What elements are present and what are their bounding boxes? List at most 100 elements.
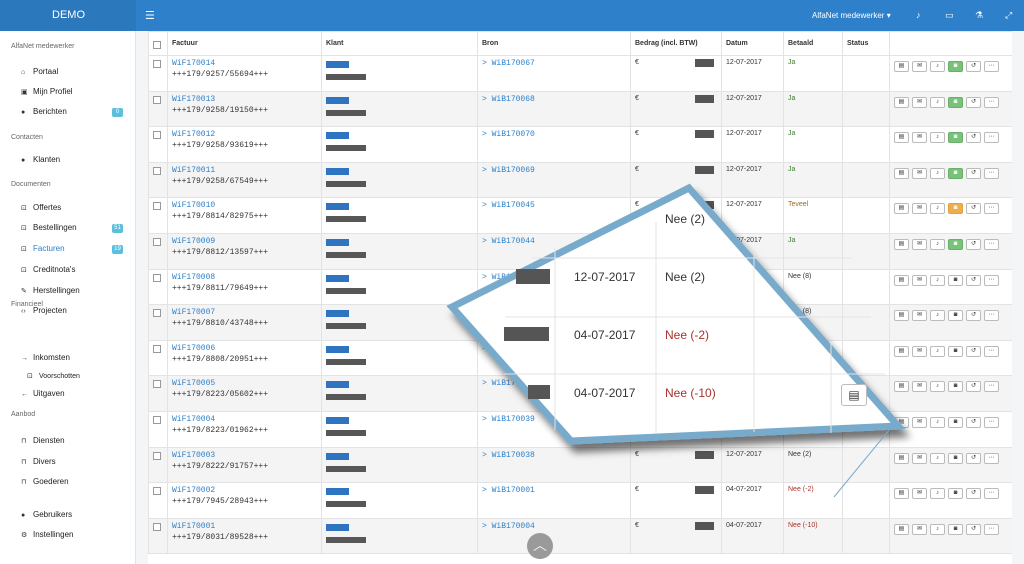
money-icon[interactable]: ◙ [948, 416, 963, 428]
mail-icon[interactable]: ✉ [912, 310, 927, 322]
row-checkbox[interactable] [153, 131, 161, 140]
sidebar-item-4-1[interactable]: ⊓ Divers [21, 455, 125, 469]
mail-icon[interactable]: ✉ [912, 381, 927, 393]
invoice-link[interactable]: WiF170010 [172, 201, 317, 210]
invoice-link[interactable]: WiF170008 [172, 273, 317, 282]
money-icon[interactable]: ◙ [948, 203, 963, 215]
mail-icon[interactable]: ✉ [912, 96, 927, 108]
mail-icon[interactable]: ✉ [912, 452, 927, 464]
source-link[interactable]: > WiB170038 [482, 451, 535, 460]
mail-icon[interactable]: ✉ [912, 523, 927, 535]
row-checkbox[interactable] [153, 415, 161, 424]
undo-icon[interactable]: ↺ [966, 274, 981, 286]
more-icon[interactable]: ⋯ [984, 96, 999, 108]
row-checkbox[interactable] [153, 522, 161, 531]
more-icon[interactable]: ⋯ [984, 345, 999, 357]
pdf-icon[interactable]: ▤ [894, 96, 909, 108]
row-checkbox[interactable] [153, 487, 161, 496]
undo-icon[interactable]: ↺ [966, 345, 981, 357]
row-checkbox[interactable] [153, 95, 161, 104]
mail-icon[interactable]: ✉ [912, 167, 927, 179]
row-checkbox[interactable] [153, 166, 161, 175]
more-icon[interactable]: ⋯ [984, 416, 999, 428]
money-icon[interactable]: ◙ [948, 310, 963, 322]
bell-icon[interactable]: ♪ [930, 61, 945, 72]
pdf-icon[interactable]: ▤ [894, 381, 909, 393]
mail-icon[interactable]: ✉ [912, 416, 927, 428]
fullscreen-icon[interactable]: ⤢ [1005, 10, 1012, 21]
undo-icon[interactable]: ↺ [966, 523, 981, 535]
invoice-link[interactable]: WiF170014 [172, 59, 317, 68]
bell-icon[interactable]: ♪ [930, 167, 945, 179]
invoice-link[interactable]: WiF170011 [172, 166, 317, 175]
invoice-link[interactable]: WiF170003 [172, 451, 317, 460]
mail-icon[interactable]: ✉ [912, 203, 927, 215]
more-icon[interactable]: ⋯ [984, 310, 999, 322]
source-link[interactable]: > WiB170068 [482, 95, 535, 104]
bell-icon[interactable]: ♪ [930, 203, 945, 215]
select-all-header[interactable] [148, 31, 168, 56]
more-icon[interactable]: ⋯ [984, 238, 999, 250]
sidebar-item-2-4[interactable]: ✎ Herstellingen [21, 284, 125, 298]
pdf-icon[interactable]: ▤ [894, 345, 909, 357]
pdf-icon[interactable]: ▤ [894, 61, 909, 72]
money-icon[interactable]: ◙ [948, 488, 963, 500]
source-link[interactable]: > WiB170042 [482, 308, 535, 317]
bell-icon[interactable]: ♪ [930, 345, 945, 357]
bell-icon[interactable]: ♪ [930, 452, 945, 464]
source-link[interactable]: > WiB170045 [482, 201, 535, 210]
bell-icon[interactable]: ♪ [930, 488, 945, 500]
money-icon[interactable]: ◙ [948, 523, 963, 535]
bell-icon[interactable]: ♪ [930, 416, 945, 428]
invoice-link[interactable]: WiF170004 [172, 415, 317, 424]
row-checkbox[interactable] [153, 380, 161, 389]
select-all-checkbox[interactable] [153, 41, 161, 49]
row-checkbox[interactable] [153, 273, 161, 282]
sidebar-item-0-2[interactable]: ● Berichten 0 [21, 105, 125, 119]
more-icon[interactable]: ⋯ [984, 132, 999, 144]
money-icon[interactable]: ◙ [948, 61, 963, 72]
sidebar-item-2-3[interactable]: ⊡ Creditnota's [21, 263, 125, 277]
sidebar-item-2-1[interactable]: ⊡ Bestellingen 51 [21, 221, 125, 235]
money-icon[interactable]: ◙ [948, 167, 963, 179]
sidebar-item-4-0[interactable]: ⊓ Diensten [21, 434, 125, 448]
sidebar-item-1-0[interactable]: ● Klanten [21, 153, 125, 167]
pdf-icon[interactable]: ▤ [894, 310, 909, 322]
money-icon[interactable]: ◙ [948, 132, 963, 144]
header-status[interactable]: Status [842, 31, 890, 56]
invoice-link[interactable]: WiF170001 [172, 522, 317, 531]
header-betaald[interactable]: Betaald [783, 31, 843, 56]
row-checkbox[interactable] [153, 202, 161, 211]
source-link[interactable]: > WiB170070 [482, 130, 535, 139]
money-icon[interactable]: ◙ [948, 381, 963, 393]
row-checkbox[interactable] [153, 451, 161, 460]
mail-icon[interactable]: ✉ [912, 274, 927, 286]
undo-icon[interactable]: ↺ [966, 310, 981, 322]
bell-icon[interactable]: ♪ [930, 523, 945, 535]
sidebar-item-3-1[interactable]: ⊡ Voorschotten [27, 370, 131, 384]
bell-icon[interactable]: ♪ [930, 310, 945, 322]
undo-icon[interactable]: ↺ [966, 96, 981, 108]
invoice-link[interactable]: WiF170007 [172, 308, 317, 317]
row-checkbox[interactable] [153, 60, 161, 68]
mail-icon[interactable]: ✉ [912, 61, 927, 72]
pdf-icon[interactable]: ▤ [894, 452, 909, 464]
scroll-to-top-button[interactable]: ︿ [527, 533, 553, 559]
bell-icon[interactable]: ♪ [930, 132, 945, 144]
notification-bell-icon[interactable]: ♪ [916, 10, 921, 20]
row-checkbox[interactable] [153, 344, 161, 353]
header-datum[interactable]: Datum [721, 31, 784, 56]
pdf-icon[interactable]: ▤ [894, 238, 909, 250]
source-link[interactable]: > WiB170039 [482, 415, 535, 424]
source-link[interactable]: > WiB170041 [482, 344, 535, 353]
pdf-icon[interactable]: ▤ [894, 274, 909, 286]
money-icon[interactable]: ◙ [948, 238, 963, 250]
sidebar-item-3-2[interactable]: ← Uitgaven [21, 387, 125, 401]
more-icon[interactable]: ⋯ [984, 61, 999, 72]
sidebar-item-0-1[interactable]: ▣ Mijn Profiel [21, 85, 125, 99]
pdf-icon[interactable]: ▤ [894, 167, 909, 179]
more-icon[interactable]: ⋯ [984, 203, 999, 215]
money-icon[interactable]: ◙ [948, 345, 963, 357]
header-klant[interactable]: Klant [321, 31, 478, 56]
undo-icon[interactable]: ↺ [966, 488, 981, 500]
